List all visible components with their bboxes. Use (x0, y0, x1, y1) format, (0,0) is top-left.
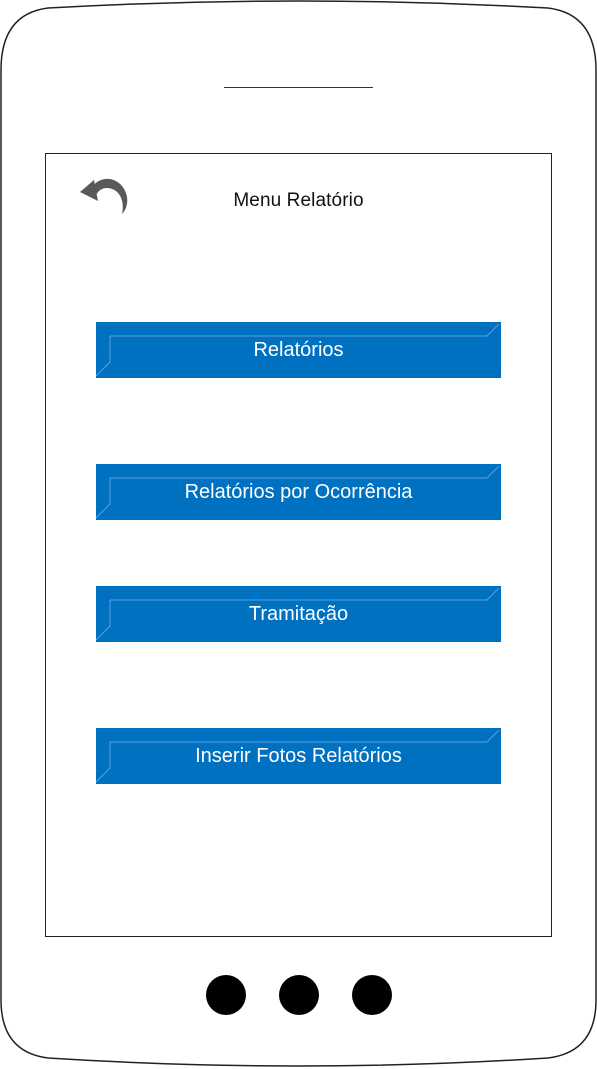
button-label: Tramitação (248, 602, 349, 625)
button-label: Inserir Fotos Relatórios (195, 744, 402, 767)
phone-speaker (224, 87, 373, 88)
button-label: Relatórios (253, 338, 344, 361)
hardware-button-right[interactable] (352, 975, 392, 1015)
phone-screen: Menu Relatório Relatórios Relatórios por… (45, 153, 552, 937)
inserir-fotos-relatorios-button[interactable]: Inserir Fotos Relatórios (96, 728, 501, 784)
relatorios-por-ocorrencia-button[interactable]: Relatórios por Ocorrência (96, 464, 501, 520)
relatorios-button[interactable]: Relatórios (96, 322, 501, 378)
hardware-button-center[interactable] (279, 975, 319, 1015)
tramitacao-button[interactable]: Tramitação (96, 586, 501, 642)
page-title: Menu Relatório (233, 190, 364, 211)
hardware-button-left[interactable] (206, 975, 246, 1015)
button-label: Relatórios por Ocorrência (184, 480, 413, 503)
